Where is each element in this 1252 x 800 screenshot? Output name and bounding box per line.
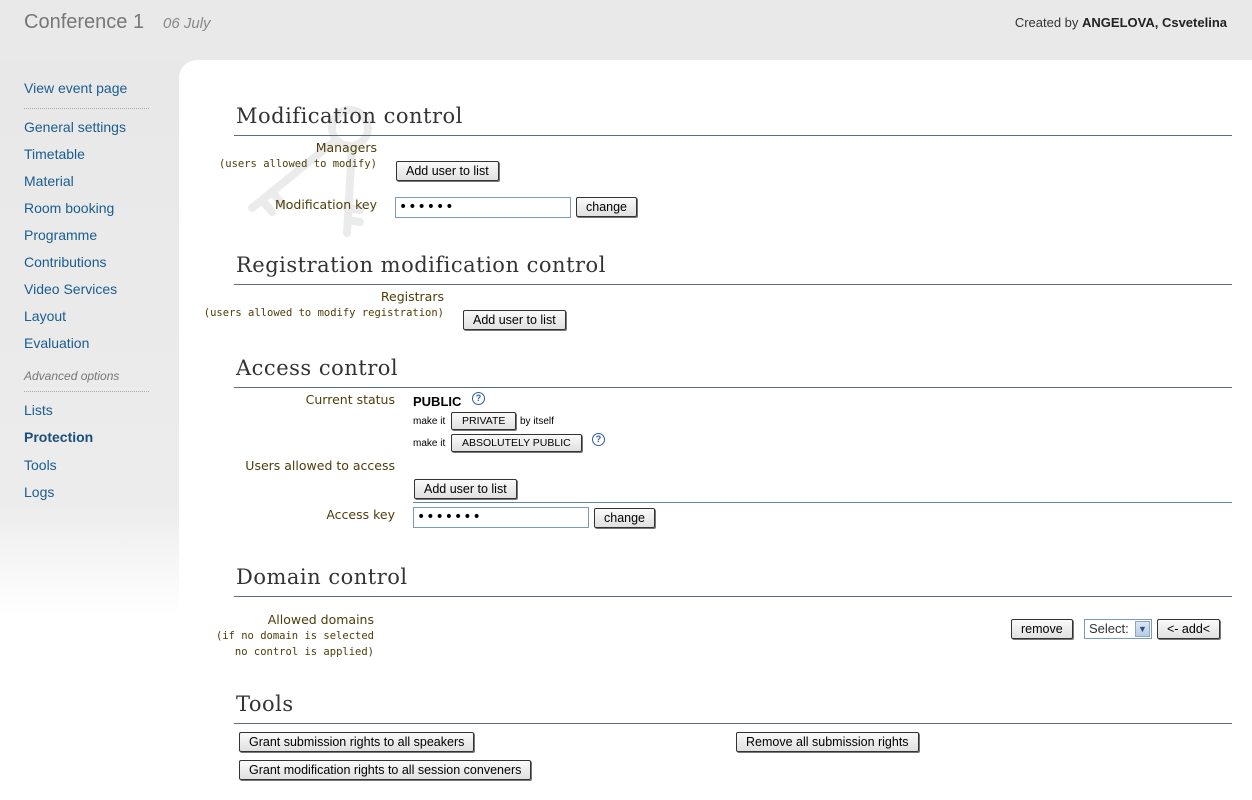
sidebar-item-contributions[interactable]: Contributions — [24, 254, 107, 270]
registration-control-title: Registration modification control — [236, 253, 606, 277]
remove-submission-rights-button[interactable]: Remove all submission rights — [736, 732, 919, 752]
section-divider — [234, 387, 1232, 388]
modification-key-change-button[interactable]: change — [576, 197, 638, 217]
access-key-label: Access key — [326, 507, 395, 522]
make-it-text: make it — [413, 438, 446, 449]
section-divider — [234, 596, 1232, 597]
users-list-divider — [413, 502, 1232, 503]
access-key-field[interactable]: ••••••• — [413, 507, 589, 528]
sidebar-item-layout[interactable]: Layout — [24, 308, 66, 324]
sidebar-item-protection[interactable]: Protection — [24, 429, 93, 445]
conference-date: 06 July — [163, 15, 211, 32]
tools-title: Tools — [236, 692, 294, 716]
add-domain-button[interactable]: <- add< — [1157, 619, 1221, 639]
allowed-domains-sublabel: (if no domain is selected — [215, 630, 374, 642]
advanced-options-label: Advanced options — [24, 369, 120, 383]
status-help-icon[interactable]: ? — [472, 392, 485, 405]
grant-submission-rights-button[interactable]: Grant submission rights to all speakers — [239, 732, 475, 752]
section-divider — [234, 284, 1232, 285]
add-registrar-button[interactable]: Add user to list — [463, 310, 566, 330]
domain-select-value: Select: — [1089, 621, 1129, 636]
sidebar-item-programme[interactable]: Programme — [24, 227, 97, 243]
modification-key-label: Modification key — [274, 197, 377, 212]
sidebar-item-evaluation[interactable]: Evaluation — [24, 335, 89, 351]
make-it-text: make it — [413, 416, 446, 427]
created-by: Created by ANGELOVA, Csvetelina — [1015, 15, 1227, 30]
add-manager-button[interactable]: Add user to list — [396, 161, 499, 181]
created-by-prefix: Created by — [1014, 15, 1079, 30]
managers-label: Managers — [315, 140, 377, 155]
sidebar-item-tools[interactable]: Tools — [24, 457, 57, 473]
current-status-value: PUBLIC — [413, 394, 462, 409]
add-allowed-user-button[interactable]: Add user to list — [414, 479, 517, 499]
sidebar-divider — [24, 391, 149, 392]
make-absolutely-public-button[interactable]: ABSOLUTELY PUBLIC — [451, 434, 582, 452]
domain-select[interactable]: Select: ▼ — [1084, 619, 1152, 639]
sidebar-item-lists[interactable]: Lists — [24, 402, 53, 418]
main-panel: Modification control Managers (users all… — [179, 60, 1252, 800]
sidebar-item-material[interactable]: Material — [24, 173, 74, 189]
allowed-domains-label: Allowed domains — [267, 612, 374, 627]
section-divider — [234, 135, 1232, 136]
sidebar-item-view-event-page[interactable]: View event page — [24, 80, 127, 96]
section-divider — [234, 723, 1232, 724]
sidebar-item-general-settings[interactable]: General settings — [24, 119, 126, 135]
modification-control-title: Modification control — [236, 104, 463, 128]
users-allowed-label: Users allowed to access — [245, 458, 395, 473]
allowed-domains-sublabel: no control is applied) — [234, 646, 374, 658]
conference-title[interactable]: Conference 1 — [24, 11, 144, 34]
sidebar: View event page General settings Timetab… — [0, 60, 179, 800]
top-bar: Conference 1 06 July Created by ANGELOVA… — [0, 0, 1252, 60]
modification-key-field[interactable]: •••••• — [395, 197, 571, 218]
absolutely-public-help-icon[interactable]: ? — [592, 433, 605, 446]
managers-sublabel: (users allowed to modify) — [218, 158, 377, 170]
by-itself-text: by itself — [520, 416, 554, 427]
remove-domain-button[interactable]: remove — [1011, 619, 1073, 639]
domain-control-title: Domain control — [236, 565, 408, 589]
creator-name: ANGELOVA, Csvetelina — [1082, 15, 1227, 30]
access-control-title: Access control — [236, 356, 399, 380]
sidebar-item-room-booking[interactable]: Room booking — [24, 200, 114, 216]
sidebar-item-video-services[interactable]: Video Services — [24, 281, 117, 297]
sidebar-divider — [24, 108, 149, 109]
make-private-button[interactable]: PRIVATE — [451, 412, 517, 430]
chevron-down-icon[interactable]: ▼ — [1135, 621, 1150, 637]
sidebar-item-logs[interactable]: Logs — [24, 484, 54, 500]
current-status-label: Current status — [305, 392, 395, 407]
registrars-label: Registrars — [380, 289, 444, 304]
access-key-change-button[interactable]: change — [594, 508, 656, 528]
grant-modification-rights-button[interactable]: Grant modification rights to all session… — [239, 760, 532, 780]
registrars-sublabel: (users allowed to modify registration) — [203, 307, 444, 319]
sidebar-item-timetable[interactable]: Timetable — [24, 146, 85, 162]
